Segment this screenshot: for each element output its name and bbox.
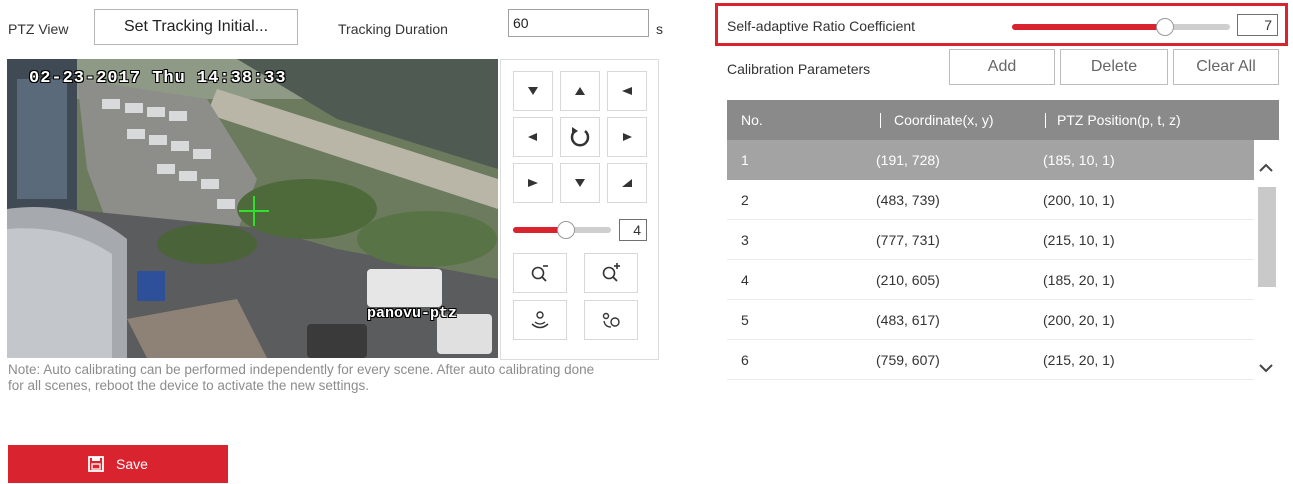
scroll-down-icon[interactable] [1259, 363, 1273, 373]
save-icon [88, 456, 104, 472]
zoom-in-icon [602, 263, 620, 282]
table-row[interactable]: 6 (759, 607) (215, 20, 1) [727, 340, 1254, 380]
table-header: No. Coordinate(x, y) PTZ Position(p, t, … [727, 100, 1279, 140]
table-row[interactable]: 1 (191, 728) (185, 10, 1) [727, 140, 1254, 180]
scroll-up-icon[interactable] [1259, 163, 1273, 173]
ptz-right-button[interactable] [607, 117, 647, 157]
self-adaptive-slider-fill [1012, 24, 1165, 30]
zoom-in-button[interactable] [584, 253, 638, 293]
row-coordinate: (483, 739) [876, 192, 940, 208]
row-ptz-position: (215, 20, 1) [1043, 352, 1115, 368]
focus-far-icon [602, 312, 620, 328]
row-ptz-position: (185, 20, 1) [1043, 272, 1115, 288]
row-coordinate: (191, 728) [876, 152, 940, 168]
set-tracking-initial-button[interactable]: Set Tracking Initial... [94, 9, 298, 45]
ptz-view-label: PTZ View [8, 21, 69, 37]
column-separator [880, 113, 881, 128]
focus-near-button[interactable] [513, 300, 567, 340]
column-separator [1045, 113, 1046, 128]
focus-far-button[interactable] [584, 300, 638, 340]
column-header-coordinate: Coordinate(x, y) [894, 112, 994, 128]
self-adaptive-ratio-label: Self-adaptive Ratio Coefficient [727, 18, 916, 34]
ptz-up-right-button[interactable] [607, 71, 647, 111]
zoom-out-icon [531, 265, 548, 282]
live-video-view[interactable]: 02-23-2017 Thu 14:38:33 panovu-ptz [7, 59, 498, 358]
ptz-speed-slider-fill [513, 227, 562, 233]
focus-near-icon [531, 311, 549, 329]
arrow-down-right-icon [622, 179, 632, 187]
zoom-out-button[interactable] [513, 253, 567, 293]
ptz-auto-button[interactable] [560, 117, 600, 157]
row-ptz-position: (200, 20, 1) [1043, 312, 1115, 328]
row-number: 1 [741, 152, 749, 168]
scroll-thumb[interactable] [1258, 187, 1276, 287]
row-ptz-position: (215, 10, 1) [1043, 232, 1115, 248]
self-adaptive-slider-handle[interactable] [1155, 18, 1174, 36]
ptz-up-left-button[interactable] [513, 71, 553, 111]
table-row[interactable]: 5 (483, 617) (200, 20, 1) [727, 300, 1254, 340]
osd-channel-name: panovu-ptz [367, 305, 458, 322]
tracking-duration-unit: s [656, 21, 663, 37]
osd-timestamp: 02-23-2017 Thu 14:38:33 [29, 69, 287, 88]
arrow-up-icon [575, 87, 585, 95]
ptz-down-right-button[interactable] [607, 163, 647, 203]
tracking-duration-input[interactable] [508, 9, 649, 37]
tracking-duration-label: Tracking Duration [338, 21, 448, 37]
column-header-ptz-position: PTZ Position(p, t, z) [1057, 112, 1181, 128]
row-ptz-position: (200, 10, 1) [1043, 192, 1115, 208]
calibration-parameters-label: Calibration Parameters [727, 61, 871, 77]
table-row[interactable]: 3 (777, 731) (215, 10, 1) [727, 220, 1254, 260]
row-ptz-position: (185, 10, 1) [1043, 152, 1115, 168]
auto-rotate-icon [570, 127, 590, 147]
table-scrollbar[interactable] [1254, 140, 1279, 380]
ptz-left-button[interactable] [513, 117, 553, 157]
row-coordinate: (483, 617) [876, 312, 940, 328]
arrow-down-left-icon [528, 179, 538, 187]
clear-all-button[interactable]: Clear All [1173, 49, 1279, 85]
ptz-speed-slider-handle[interactable] [557, 221, 576, 239]
column-header-no: No. [741, 112, 763, 128]
ptz-control-panel: 4 [500, 59, 659, 360]
row-coordinate: (777, 731) [876, 232, 940, 248]
ptz-down-button[interactable] [560, 163, 600, 203]
row-number: 3 [741, 232, 749, 248]
self-adaptive-value[interactable]: 7 [1237, 14, 1278, 36]
row-coordinate: (759, 607) [876, 352, 940, 368]
arrow-down-icon [575, 179, 585, 187]
row-number: 6 [741, 352, 749, 368]
ptz-speed-value[interactable]: 4 [619, 219, 647, 241]
row-number: 4 [741, 272, 749, 288]
ptz-up-button[interactable] [560, 71, 600, 111]
delete-button[interactable]: Delete [1060, 49, 1168, 85]
arrow-up-right-icon [622, 87, 632, 95]
table-row[interactable]: 2 (483, 739) (200, 10, 1) [727, 180, 1254, 220]
arrow-right-icon [623, 133, 632, 141]
row-coordinate: (210, 605) [876, 272, 940, 288]
arrow-left-icon [528, 133, 537, 141]
row-number: 5 [741, 312, 749, 328]
save-button-label: Save [116, 456, 148, 472]
save-button[interactable]: Save [8, 445, 228, 483]
calibration-note: Note: Auto calibrating can be performed … [8, 362, 595, 393]
ptz-down-left-button[interactable] [513, 163, 553, 203]
arrow-up-left-icon [528, 87, 538, 95]
add-button[interactable]: Add [949, 49, 1055, 85]
table-row[interactable]: 4 (210, 605) (185, 20, 1) [727, 260, 1254, 300]
row-number: 2 [741, 192, 749, 208]
